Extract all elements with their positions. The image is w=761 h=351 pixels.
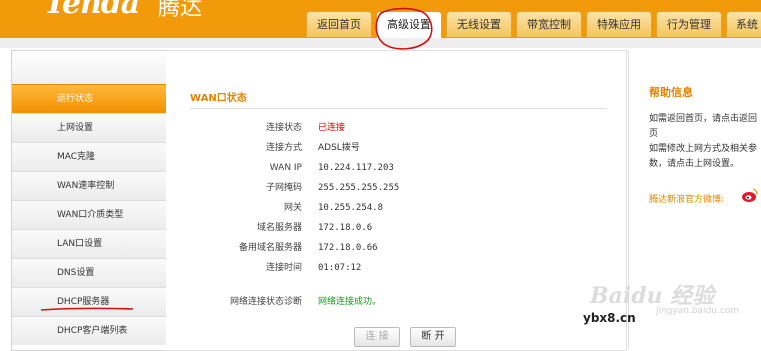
sidebar-menu: 运行状态 上网设置 MAC克隆 WAN速率控制 WAN口介质类型 LAN口设置 … xyxy=(11,50,167,351)
disconnect-button[interactable]: 断 开 xyxy=(410,327,456,347)
header-bar: Tenda 腾达 返回首页 高级设置 无线设置 带宽控制 特殊应用 行为管理 系… xyxy=(0,0,761,39)
connection-time-value: 01:07:12 xyxy=(318,263,362,273)
sidebar-top-spacer xyxy=(12,51,166,84)
dns-server-value: 172.18.0.6 xyxy=(318,223,373,233)
help-line: 页 xyxy=(649,129,659,139)
network-diagnosis-label: 网络连接状态诊断 xyxy=(229,297,302,307)
tab-system[interactable]: 系统 xyxy=(726,11,761,37)
row-subnet-mask: 子网掩码 255.255.255.255 xyxy=(166,180,626,196)
row-backup-dns-server: 备用域名服务器 172.18.0.66 xyxy=(166,240,626,256)
tab-bandwidth-control[interactable]: 带宽控制 xyxy=(516,11,582,37)
wan-status-panel: WAN口状态 连接状态 已连接 连接方式 ADSL拨号 WAN IP 10.22… xyxy=(166,50,627,351)
row-network-diagnosis: 网络连接状态诊断 网络连接成功。 xyxy=(166,294,626,310)
sub-header-bar xyxy=(0,38,761,48)
row-dns-server: 域名服务器 172.18.0.6 xyxy=(166,220,626,236)
sidebar-item-wan-rate-control[interactable]: WAN速率控制 xyxy=(12,171,166,200)
weibo-link[interactable]: 腾达新浪官方微博: xyxy=(649,192,724,205)
connection-type-value: ADSL拨号 xyxy=(318,143,360,153)
row-connection-type: 连接方式 ADSL拨号 xyxy=(166,140,626,156)
row-connection-status: 连接状态 已连接 xyxy=(166,120,626,136)
tenda-logo: Tenda xyxy=(44,0,140,21)
row-gateway: 网关 10.255.254.8 xyxy=(166,200,626,216)
wan-ip-label: WAN IP xyxy=(269,163,302,173)
site-url-watermark: ybx8.cn xyxy=(583,311,636,325)
baidu-watermark-url: jingyan.baidu.com xyxy=(656,306,740,316)
connection-time-label: 连接时间 xyxy=(265,263,302,273)
tab-advanced-settings[interactable]: 高级设置 xyxy=(376,11,442,39)
connection-status-label: 连接状态 xyxy=(265,123,302,133)
help-text: 如需返回首页，请点击返回 页 如需修改上网方式及相关参 数，请点击上网设置。 xyxy=(649,112,761,172)
connection-type-label: 连接方式 xyxy=(265,143,302,153)
backup-dns-server-value: 172.18.0.66 xyxy=(318,243,378,253)
section-divider xyxy=(190,108,606,109)
sidebar-item-dns-settings[interactable]: DNS设置 xyxy=(12,258,166,287)
weibo-icon[interactable] xyxy=(741,186,759,204)
row-connection-time: 连接时间 01:07:12 xyxy=(166,260,626,276)
wan-ip-value: 10.224.117.203 xyxy=(318,163,394,173)
gateway-label: 网关 xyxy=(283,203,302,213)
sidebar-item-wan-media-type[interactable]: WAN口介质类型 xyxy=(12,200,166,229)
tenda-logo-cn: 腾达 xyxy=(158,0,203,21)
tab-special-apps[interactable]: 特殊应用 xyxy=(586,11,652,37)
sidebar-item-dhcp-server[interactable]: DHCP服务器 xyxy=(12,287,166,316)
sidebar-item-running-status[interactable]: 运行状态 xyxy=(12,84,166,113)
dns-server-label: 域名服务器 xyxy=(256,223,302,233)
gateway-value: 10.255.254.8 xyxy=(318,203,384,213)
help-line: 如需修改上网方式及相关参 xyxy=(649,144,758,154)
help-title: 帮助信息 xyxy=(649,86,693,99)
sidebar-item-dhcp-client-list[interactable]: DHCP客户端列表 xyxy=(12,316,166,345)
row-wan-ip: WAN IP 10.224.117.203 xyxy=(166,160,626,176)
connection-status-value: 已连接 xyxy=(318,123,346,133)
sidebar-item-lan-settings[interactable]: LAN口设置 xyxy=(12,229,166,258)
help-line: 数，请点击上网设置。 xyxy=(649,159,740,169)
subnet-mask-label: 子网掩码 xyxy=(265,183,302,193)
network-diagnosis-value: 网络连接成功。 xyxy=(318,297,382,307)
subnet-mask-value: 255.255.255.255 xyxy=(318,183,400,193)
tab-wireless-settings[interactable]: 无线设置 xyxy=(446,11,512,37)
tab-home[interactable]: 返回首页 xyxy=(306,11,372,37)
sidebar-item-mac-clone[interactable]: MAC克隆 xyxy=(12,142,166,171)
backup-dns-server-label: 备用域名服务器 xyxy=(238,243,302,253)
tab-behavior-management[interactable]: 行为管理 xyxy=(656,11,722,37)
help-line: 如需返回首页，请点击返回 xyxy=(649,114,758,124)
connect-button[interactable]: 连 接 xyxy=(354,327,400,347)
wan-status-title: WAN口状态 xyxy=(190,93,247,104)
sidebar-item-internet-settings[interactable]: 上网设置 xyxy=(12,113,166,142)
